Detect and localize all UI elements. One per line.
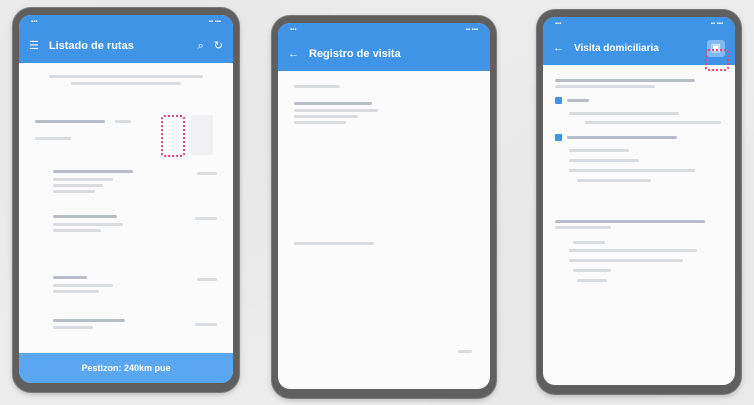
checkbox-row[interactable] — [555, 134, 723, 141]
corner-action[interactable] — [458, 350, 472, 353]
item-value — [197, 172, 217, 175]
app-title: Listado de rutas — [48, 40, 134, 52]
status-left: ▪▪▪ — [290, 27, 297, 33]
item-sub-2 — [53, 184, 103, 187]
app-title: Visita domiciliaria — [574, 42, 659, 54]
checkbox-checked-icon[interactable] — [555, 97, 562, 104]
status-bar: ▪▪▪ ▪▪ ▪▪▪ — [278, 23, 490, 37]
back-arrow-icon[interactable]: ← — [553, 42, 564, 54]
header-line-2 — [71, 82, 181, 85]
option-line-2 — [569, 159, 639, 162]
app-bar: ← Registro de visita — [278, 37, 490, 71]
field-label — [294, 102, 372, 105]
question-text — [555, 79, 695, 82]
phone-frame-1: ▪▪▪ ▪▪ ▪▪▪ ☰ Listado de rutas ⌕ ↻ Pestiz… — [13, 8, 239, 392]
app-title: Registro de visita — [309, 48, 401, 60]
option-line — [569, 112, 679, 115]
filter-value — [115, 119, 131, 123]
content — [278, 71, 490, 259]
checkbox-checked-icon[interactable] — [555, 134, 562, 141]
item-sub-3 — [53, 190, 95, 193]
list-item[interactable] — [35, 211, 217, 254]
checkbox-label — [567, 99, 589, 102]
item-sub — [53, 178, 113, 181]
app-bar: ☰ Listado de rutas ⌕ ↻ — [19, 29, 233, 63]
form-content — [543, 65, 735, 296]
option-line-2 — [585, 121, 721, 124]
list-item[interactable] — [35, 166, 217, 211]
content — [19, 63, 233, 329]
field-value[interactable] — [294, 109, 378, 112]
answer-line-2 — [569, 249, 697, 252]
list-item[interactable] — [35, 315, 217, 329]
question-text-b — [555, 220, 705, 223]
status-bar: ▪▪▪ ▪▪ ▪▪▪ — [19, 15, 233, 29]
filter-label — [35, 119, 105, 123]
phone-frame-3: ▪▪▪ ▪▪ ▪▪▪ ← Visita domiciliaria ▣ — [537, 10, 741, 394]
status-bar: ▪▪▪ ▪▪ ▪▪▪ — [543, 17, 735, 31]
checkbox-row[interactable] — [555, 97, 723, 104]
phone-1-screen: ▪▪▪ ▪▪ ▪▪▪ ☰ Listado de rutas ⌕ ↻ Pestiz… — [19, 15, 233, 383]
item-action-area[interactable] — [191, 115, 213, 155]
answer-line-4 — [573, 269, 611, 272]
item-value — [195, 217, 217, 220]
menu-icon[interactable]: ☰ — [29, 40, 39, 52]
header-line — [48, 75, 204, 78]
phone-2-screen: ▪▪▪ ▪▪ ▪▪▪ ← Registro de visita — [278, 23, 490, 389]
item-sub — [53, 284, 113, 287]
question-text-2 — [555, 85, 655, 88]
item-title — [53, 319, 125, 322]
answer-line[interactable] — [573, 241, 605, 244]
back-arrow-icon[interactable]: ← — [288, 48, 299, 60]
item-sub-2 — [53, 229, 101, 232]
answer-line-3 — [569, 259, 683, 262]
item-title — [53, 170, 133, 173]
item-sub — [53, 326, 93, 329]
option-line-3 — [569, 169, 695, 172]
status-left: ▪▪▪ — [31, 19, 38, 25]
tap-target-highlight — [705, 49, 729, 71]
item-title — [53, 276, 87, 279]
status-left: ▪▪▪ — [555, 21, 562, 27]
option-line — [569, 149, 629, 152]
secondary-field[interactable] — [294, 242, 374, 245]
option-line-4 — [577, 179, 651, 182]
refresh-icon[interactable]: ↻ — [214, 40, 223, 52]
status-right: ▪▪ ▪▪▪ — [208, 19, 221, 25]
phone-frame-2: ▪▪▪ ▪▪ ▪▪▪ ← Registro de visita — [272, 16, 496, 398]
section-label — [294, 85, 340, 88]
filter-sub — [35, 137, 71, 140]
item-sub — [53, 223, 123, 226]
item-title — [53, 215, 117, 218]
phone-3-screen: ▪▪▪ ▪▪ ▪▪▪ ← Visita domiciliaria ▣ — [543, 17, 735, 385]
list-item[interactable] — [35, 254, 217, 315]
question-text-b-2 — [555, 226, 611, 229]
item-value — [195, 323, 217, 326]
filter-row — [35, 109, 217, 133]
field-value-2 — [294, 115, 358, 118]
answer-line-5 — [577, 279, 607, 282]
checkbox-label — [567, 136, 677, 139]
tap-target-highlight — [161, 115, 185, 157]
search-icon[interactable]: ⌕ — [198, 40, 204, 52]
total-distance-button[interactable]: Pestizon: 240km pue — [19, 353, 233, 383]
field-value-3 — [294, 121, 346, 124]
status-right: ▪▪ ▪▪▪ — [710, 21, 723, 27]
item-value — [197, 278, 217, 281]
item-sub-2 — [53, 290, 99, 293]
status-right: ▪▪ ▪▪▪ — [465, 27, 478, 33]
